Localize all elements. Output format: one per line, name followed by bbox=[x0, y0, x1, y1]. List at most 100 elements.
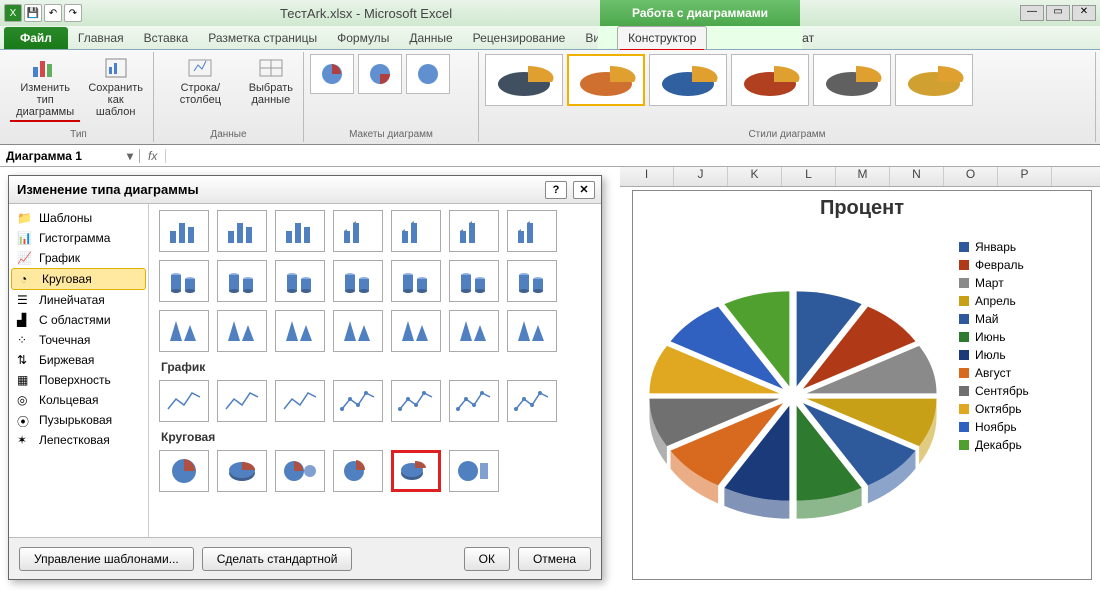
legend-item[interactable]: Январь bbox=[959, 240, 1029, 254]
legend-item[interactable]: Март bbox=[959, 276, 1029, 290]
tab-home[interactable]: Главная bbox=[68, 27, 134, 49]
chart-type-thumb[interactable] bbox=[333, 210, 383, 252]
style-thumb[interactable] bbox=[895, 54, 973, 106]
chart-type-thumb[interactable] bbox=[391, 310, 441, 352]
chart-type-thumb[interactable] bbox=[159, 310, 209, 352]
layout-thumb[interactable] bbox=[310, 54, 354, 94]
category-area[interactable]: ▟С областями bbox=[9, 310, 148, 330]
category-scatter[interactable]: ⁘Точечная bbox=[9, 330, 148, 350]
chart-type-thumb[interactable] bbox=[217, 380, 267, 422]
select-data-button[interactable]: Выбрать данные bbox=[245, 54, 297, 108]
help-icon[interactable]: ? bbox=[545, 181, 567, 199]
chart-type-thumb-pie-3[interactable] bbox=[333, 450, 383, 492]
layout-thumb[interactable] bbox=[406, 54, 450, 94]
chart-type-thumb[interactable] bbox=[275, 260, 325, 302]
legend-item[interactable]: Июль bbox=[959, 348, 1029, 362]
manage-templates-button[interactable]: Управление шаблонами... bbox=[19, 547, 194, 571]
chart-type-thumb[interactable] bbox=[275, 310, 325, 352]
category-stock[interactable]: ⇅Биржевая bbox=[9, 350, 148, 370]
column-header[interactable]: N bbox=[890, 167, 944, 186]
category-bar[interactable]: 📊Гистограмма bbox=[9, 228, 148, 248]
column-header[interactable]: L bbox=[782, 167, 836, 186]
change-chart-type-button[interactable]: Изменить тип диаграммы bbox=[10, 54, 80, 122]
chart-type-thumb[interactable] bbox=[449, 210, 499, 252]
chart-type-thumb-pie-2[interactable] bbox=[275, 450, 325, 492]
column-header[interactable]: J bbox=[674, 167, 728, 186]
style-thumb[interactable] bbox=[649, 54, 727, 106]
ok-button[interactable]: ОК bbox=[464, 547, 510, 571]
category-bubble[interactable]: ⦿Пузырьковая bbox=[9, 410, 148, 430]
column-header[interactable]: O bbox=[944, 167, 998, 186]
tab-formulas[interactable]: Формулы bbox=[327, 27, 399, 49]
style-thumb[interactable] bbox=[813, 54, 891, 106]
chart-type-thumb[interactable] bbox=[217, 260, 267, 302]
chart-type-thumb-pie-0[interactable] bbox=[159, 450, 209, 492]
chart-object[interactable]: Процент Январь Февраль Март Апрель Май Июнь Ию… bbox=[632, 190, 1092, 580]
chart-title[interactable]: Процент bbox=[633, 191, 1091, 226]
chart-layouts-gallery[interactable] bbox=[310, 54, 472, 94]
chart-styles-gallery[interactable] bbox=[485, 54, 1089, 106]
tab-review[interactable]: Рецензирование bbox=[463, 27, 576, 49]
name-box[interactable]: Диаграмма 1 ▾ bbox=[0, 149, 140, 163]
maximize-icon[interactable]: ▭ bbox=[1046, 5, 1070, 21]
style-thumb[interactable] bbox=[567, 54, 645, 106]
chart-type-thumb-pie-1[interactable] bbox=[217, 450, 267, 492]
tab-page-layout[interactable]: Разметка страницы bbox=[198, 27, 327, 49]
save-as-template-button[interactable]: Сохранить как шаблон bbox=[84, 54, 147, 122]
category-pie[interactable]: ◔Круговая bbox=[11, 268, 146, 290]
chart-type-thumb[interactable] bbox=[333, 310, 383, 352]
chart-type-thumb[interactable] bbox=[507, 260, 557, 302]
chart-type-thumb[interactable] bbox=[275, 380, 325, 422]
category-line[interactable]: 📈График bbox=[9, 248, 148, 268]
tab-data[interactable]: Данные bbox=[399, 27, 462, 49]
chart-type-thumb-pie-5[interactable] bbox=[449, 450, 499, 492]
cancel-button[interactable]: Отмена bbox=[518, 547, 591, 571]
tab-file[interactable]: Файл bbox=[4, 27, 68, 49]
switch-row-col-button[interactable]: Строка/столбец bbox=[160, 54, 241, 108]
chart-type-thumb[interactable] bbox=[391, 260, 441, 302]
category-folder[interactable]: 📁Шаблоны bbox=[9, 208, 148, 228]
category-hbar[interactable]: ☰Линейчатая bbox=[9, 290, 148, 310]
chart-type-thumb[interactable] bbox=[275, 210, 325, 252]
chart-type-thumb[interactable] bbox=[449, 260, 499, 302]
tab-design[interactable]: Конструктор bbox=[617, 26, 707, 49]
legend-item[interactable]: Февраль bbox=[959, 258, 1029, 272]
legend-item[interactable]: Апрель bbox=[959, 294, 1029, 308]
layout-thumb[interactable] bbox=[358, 54, 402, 94]
undo-icon[interactable]: ↶ bbox=[44, 4, 62, 22]
close-icon[interactable]: ✕ bbox=[1072, 5, 1096, 21]
column-header[interactable]: M bbox=[836, 167, 890, 186]
dialog-titlebar[interactable]: Изменение типа диаграммы ? ✕ bbox=[9, 176, 601, 204]
chart-type-thumb[interactable] bbox=[507, 380, 557, 422]
chart-type-thumb[interactable] bbox=[159, 210, 209, 252]
chart-type-thumb[interactable] bbox=[507, 210, 557, 252]
chart-legend[interactable]: Январь Февраль Март Апрель Май Июнь Июль Август… bbox=[953, 226, 1035, 546]
chart-type-thumb[interactable] bbox=[391, 210, 441, 252]
legend-item[interactable]: Май bbox=[959, 312, 1029, 326]
legend-item[interactable]: Июнь bbox=[959, 330, 1029, 344]
legend-item[interactable]: Сентябрь bbox=[959, 384, 1029, 398]
pie-plot-area[interactable] bbox=[633, 226, 953, 546]
save-icon[interactable]: 💾 bbox=[24, 4, 42, 22]
chart-type-thumb-pie-4[interactable] bbox=[391, 450, 441, 492]
close-icon[interactable]: ✕ bbox=[573, 181, 595, 199]
chart-type-thumb[interactable] bbox=[333, 260, 383, 302]
chevron-down-icon[interactable]: ▾ bbox=[127, 149, 133, 163]
excel-icon[interactable]: X bbox=[4, 4, 22, 22]
category-donut[interactable]: ◎Кольцевая bbox=[9, 390, 148, 410]
set-default-button[interactable]: Сделать стандартной bbox=[202, 547, 353, 571]
column-header[interactable]: K bbox=[728, 167, 782, 186]
chart-type-thumb[interactable] bbox=[449, 310, 499, 352]
column-header[interactable]: I bbox=[620, 167, 674, 186]
legend-item[interactable]: Август bbox=[959, 366, 1029, 380]
style-thumb[interactable] bbox=[485, 54, 563, 106]
chart-type-thumb[interactable] bbox=[159, 260, 209, 302]
chart-type-thumb[interactable] bbox=[449, 380, 499, 422]
legend-item[interactable]: Декабрь bbox=[959, 438, 1029, 452]
category-surface[interactable]: ▦Поверхность bbox=[9, 370, 148, 390]
column-header[interactable]: P bbox=[998, 167, 1052, 186]
legend-item[interactable]: Ноябрь bbox=[959, 420, 1029, 434]
chart-type-thumb[interactable] bbox=[217, 210, 267, 252]
category-radar[interactable]: ✶Лепестковая bbox=[9, 430, 148, 450]
redo-icon[interactable]: ↷ bbox=[64, 4, 82, 22]
